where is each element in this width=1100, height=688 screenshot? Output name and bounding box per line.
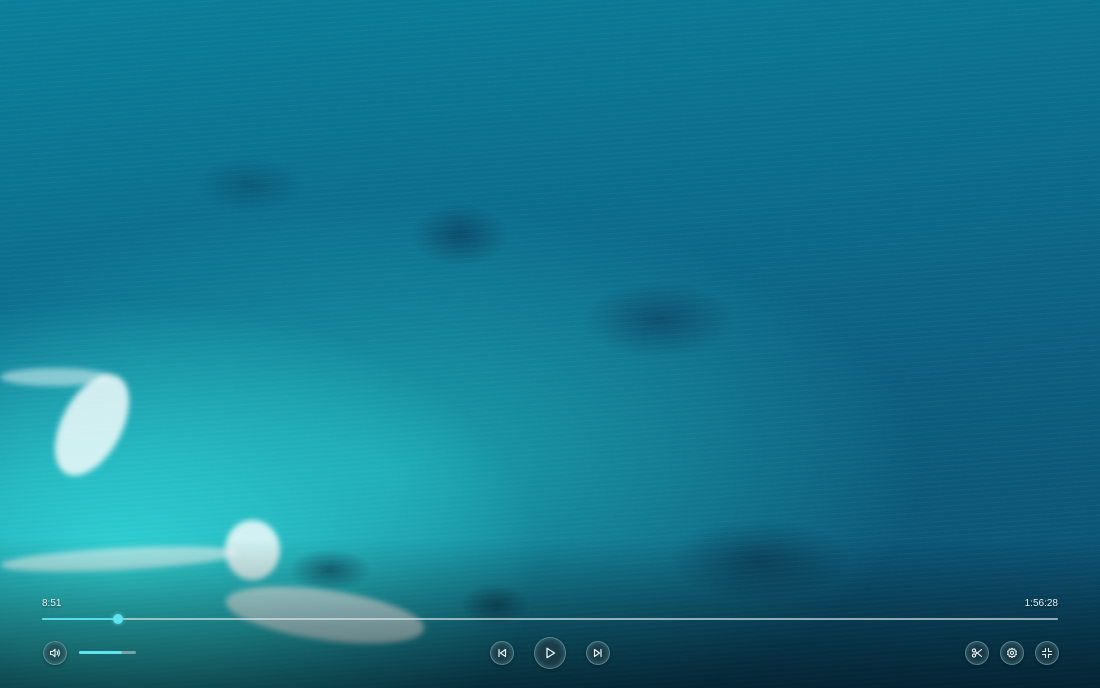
volume-level xyxy=(79,651,122,654)
total-time: 1:56:28 xyxy=(1024,598,1058,609)
clip-button[interactable] xyxy=(965,641,989,665)
volume-slider[interactable] xyxy=(79,651,136,654)
gear-icon xyxy=(1006,647,1018,659)
current-time: 8:51 xyxy=(42,598,62,609)
scissors-icon xyxy=(971,647,983,659)
skip-back-icon xyxy=(496,647,508,659)
next-button[interactable] xyxy=(586,641,610,665)
progress-fill xyxy=(42,618,119,620)
wave-foam xyxy=(0,368,110,386)
volume-button[interactable] xyxy=(43,641,67,665)
collapse-icon xyxy=(1041,647,1053,659)
skip-forward-icon xyxy=(592,647,604,659)
progress-bar[interactable] xyxy=(42,614,1058,624)
play-button[interactable] xyxy=(534,637,566,669)
play-icon xyxy=(543,646,557,660)
speaker-icon xyxy=(49,647,61,659)
settings-button[interactable] xyxy=(1000,641,1024,665)
previous-button[interactable] xyxy=(490,641,514,665)
exit-fullscreen-button[interactable] xyxy=(1035,641,1059,665)
